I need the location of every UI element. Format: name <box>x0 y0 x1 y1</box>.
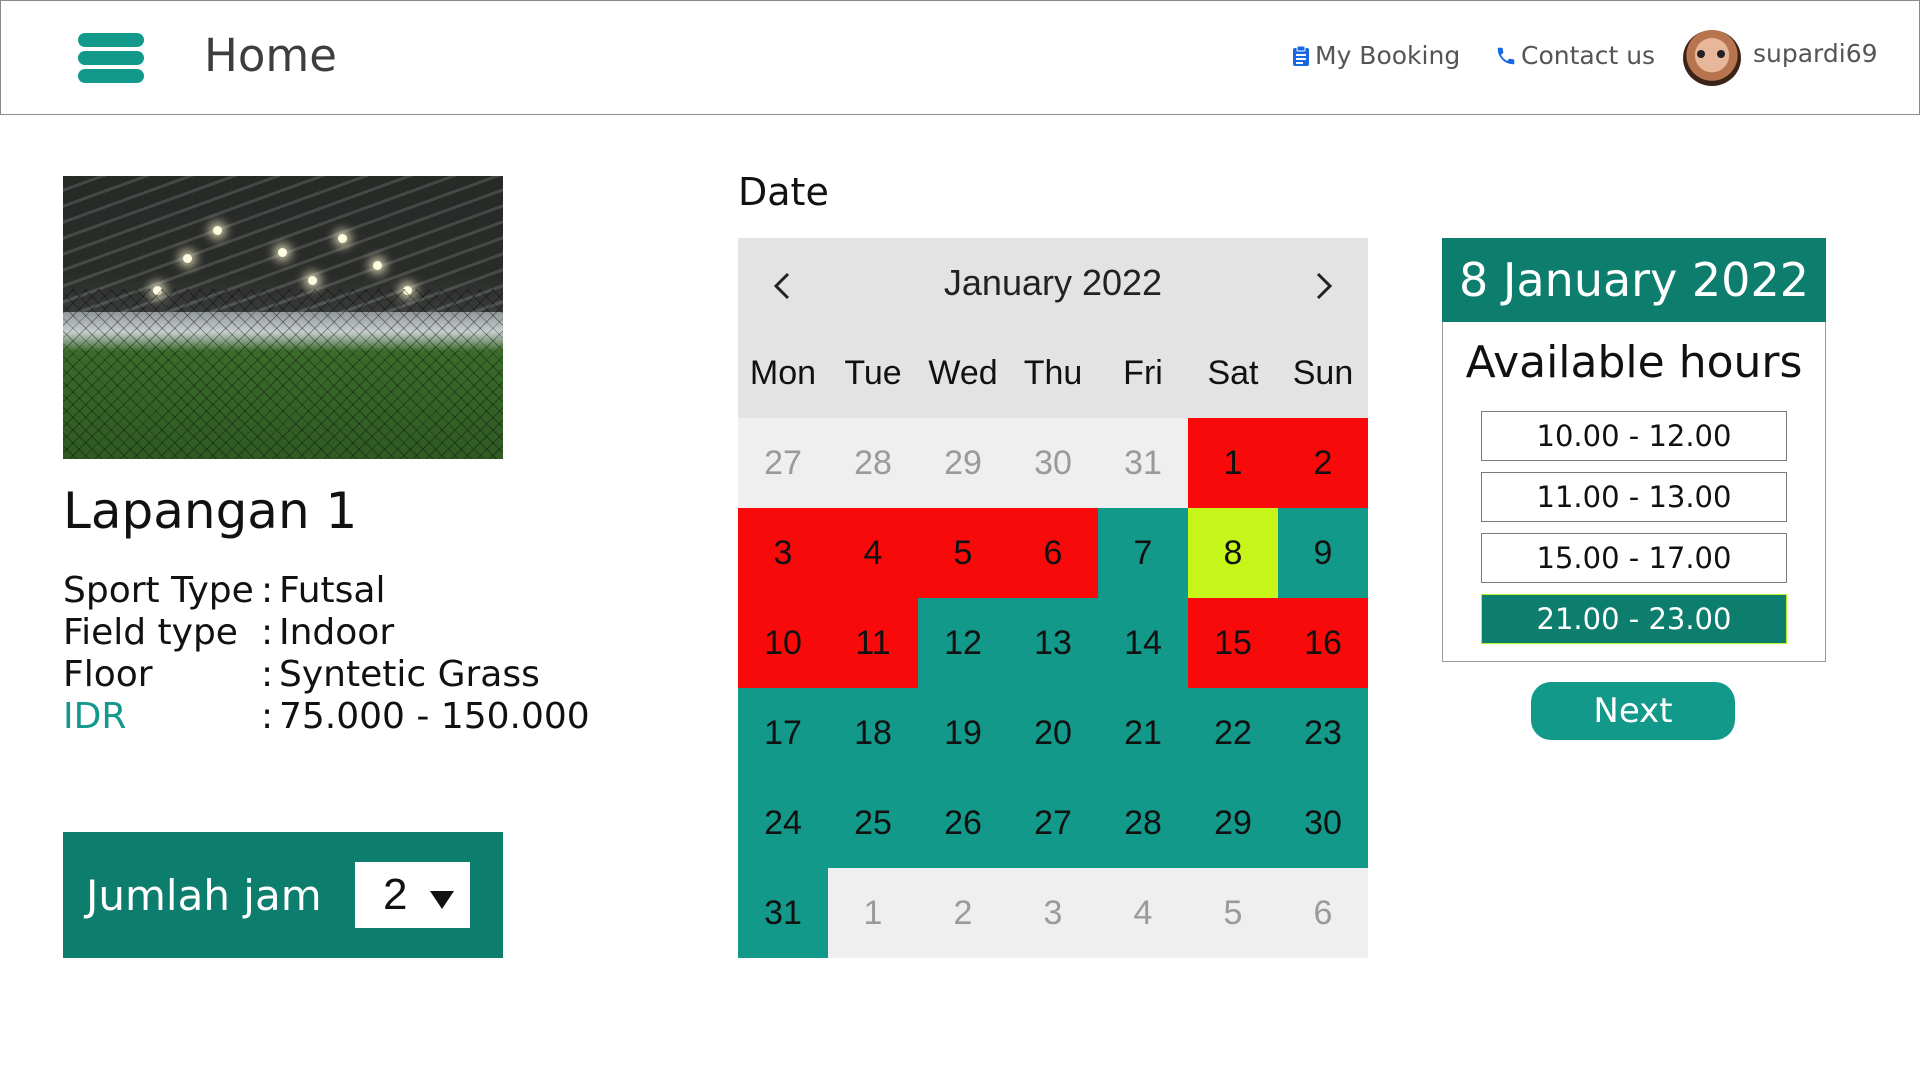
next-button[interactable]: Next <box>1531 682 1735 740</box>
spec-label-currency: IDR <box>63 696 127 737</box>
calendar-day-booked[interactable]: 10 <box>738 598 828 688</box>
availability-panel: 8 January 2022 Available hours 10.00 - 1… <box>1442 238 1826 662</box>
weekday-label: Sat <box>1207 353 1259 392</box>
calendar-day-booked[interactable]: 1 <box>1188 418 1278 508</box>
time-slot-selected[interactable]: 21.00 - 23.00 <box>1481 594 1787 644</box>
calendar-day-available[interactable]: 21 <box>1098 688 1188 778</box>
calendar-day-available[interactable]: 14 <box>1098 598 1188 688</box>
calendar-day-available[interactable]: 30 <box>1278 778 1368 868</box>
selected-date-title: 8 January 2022 <box>1442 238 1826 322</box>
calendar-day-available[interactable]: 12 <box>918 598 1008 688</box>
top-navbar: Home My Booking Contact us supardi69 <box>0 0 1920 115</box>
spec-value: Indoor <box>279 612 395 653</box>
contact-us-link[interactable]: Contact us <box>1495 41 1655 70</box>
clipboard-icon <box>1291 45 1311 67</box>
calendar-day-available[interactable]: 24 <box>738 778 828 868</box>
spec-value: Futsal <box>279 570 386 611</box>
hours-count-select[interactable]: 2 <box>355 862 470 928</box>
calendar-day-other: 5 <box>1188 868 1278 958</box>
calendar-day-available[interactable]: 25 <box>828 778 918 868</box>
time-slot[interactable]: 15.00 - 17.00 <box>1481 533 1787 583</box>
spec-label: Sport Type <box>63 570 254 611</box>
username[interactable]: supardi69 <box>1753 39 1878 68</box>
calendar-day-available[interactable]: 19 <box>918 688 1008 778</box>
calendar-month-label: January 2022 <box>943 262 1163 303</box>
calendar-day-available[interactable]: 7 <box>1098 508 1188 598</box>
calendar-day-other: 3 <box>1008 868 1098 958</box>
spec-value-price: 75.000 - 150.000 <box>279 696 590 737</box>
calendar-day-available[interactable]: 26 <box>918 778 1008 868</box>
time-slot[interactable]: 11.00 - 13.00 <box>1481 472 1787 522</box>
weekday-header: Mon Tue Wed Thu Fri Sat Sun <box>738 328 1368 418</box>
calendar-day-available[interactable]: 31 <box>738 868 828 958</box>
calendar-day-other: 2 <box>918 868 1008 958</box>
calendar-day-other: 30 <box>1008 418 1098 508</box>
hours-count-value: 2 <box>383 870 408 919</box>
calendar-day-booked[interactable]: 11 <box>828 598 918 688</box>
spec-row-floor: Floor : Syntetic Grass <box>63 654 540 695</box>
calendar-day-available[interactable]: 23 <box>1278 688 1368 778</box>
weekday-label: Fri <box>1123 353 1163 392</box>
calendar: January 2022 Mon Tue Wed Thu Fri Sat Sun… <box>738 238 1368 958</box>
calendar-day-other: 28 <box>828 418 918 508</box>
user-avatar[interactable] <box>1683 30 1741 86</box>
weekday-label: Wed <box>928 353 998 392</box>
calendar-day-booked[interactable]: 15 <box>1188 598 1278 688</box>
calendar-day-other: 27 <box>738 418 828 508</box>
calendar-day-available[interactable]: 9 <box>1278 508 1368 598</box>
weekday-label: Sun <box>1292 353 1354 392</box>
calendar-day-selected[interactable]: 8 <box>1188 508 1278 598</box>
court-photo <box>63 176 503 459</box>
calendar-day-available[interactable]: 22 <box>1188 688 1278 778</box>
spec-label: Field type <box>63 612 238 653</box>
available-hours-title: Available hours <box>1465 337 1803 388</box>
my-booking-link[interactable]: My Booking <box>1291 41 1460 70</box>
calendar-day-available[interactable]: 29 <box>1188 778 1278 868</box>
hours-count-label: Jumlah jam <box>86 870 322 920</box>
calendar-day-booked[interactable]: 3 <box>738 508 828 598</box>
page-title: Home <box>204 29 337 82</box>
calendar-day-booked[interactable]: 16 <box>1278 598 1368 688</box>
calendar-day-available[interactable]: 18 <box>828 688 918 778</box>
chevron-right-icon[interactable] <box>1308 268 1338 300</box>
spec-value: Syntetic Grass <box>279 654 540 695</box>
calendar-day-available[interactable]: 28 <box>1098 778 1188 868</box>
date-label: Date <box>738 170 829 214</box>
hours-count-box: Jumlah jam 2 <box>63 832 503 958</box>
calendar-grid: 27 28 29 30 31 1 2 3 4 5 6 7 8 9 10 11 12 13 14 15 16 17 18 19 2… <box>738 418 1368 958</box>
chevron-left-icon[interactable] <box>768 268 798 300</box>
my-booking-label: My Booking <box>1315 41 1461 70</box>
court-specs: Sport Type : Futsal Field type : Indoor … <box>63 570 590 738</box>
spec-row-field-type: Field type : Indoor <box>63 612 395 653</box>
hamburger-menu-icon[interactable] <box>78 33 144 83</box>
calendar-day-other: 31 <box>1098 418 1188 508</box>
calendar-day-booked[interactable]: 2 <box>1278 418 1368 508</box>
calendar-day-booked[interactable]: 6 <box>1008 508 1098 598</box>
calendar-header: January 2022 <box>738 238 1368 328</box>
weekday-label: Mon <box>749 353 817 392</box>
calendar-day-booked[interactable]: 4 <box>828 508 918 598</box>
weekday-label: Thu <box>1023 353 1083 392</box>
phone-icon <box>1495 45 1517 67</box>
spec-row-price: IDR : 75.000 - 150.000 <box>63 696 590 737</box>
time-slot[interactable]: 10.00 - 12.00 <box>1481 411 1787 461</box>
dropdown-arrow-icon <box>430 891 454 909</box>
calendar-day-other: 6 <box>1278 868 1368 958</box>
calendar-day-other: 1 <box>828 868 918 958</box>
calendar-day-available[interactable]: 17 <box>738 688 828 778</box>
contact-us-label: Contact us <box>1521 41 1656 70</box>
spec-label: Floor <box>63 654 153 695</box>
calendar-day-other: 29 <box>918 418 1008 508</box>
calendar-day-other: 4 <box>1098 868 1188 958</box>
court-name: Lapangan 1 <box>63 482 358 540</box>
calendar-day-available[interactable]: 27 <box>1008 778 1098 868</box>
spec-row-sport-type: Sport Type : Futsal <box>63 570 386 611</box>
calendar-day-booked[interactable]: 5 <box>918 508 1008 598</box>
weekday-label: Tue <box>844 353 902 392</box>
calendar-day-available[interactable]: 13 <box>1008 598 1098 688</box>
calendar-day-available[interactable]: 20 <box>1008 688 1098 778</box>
